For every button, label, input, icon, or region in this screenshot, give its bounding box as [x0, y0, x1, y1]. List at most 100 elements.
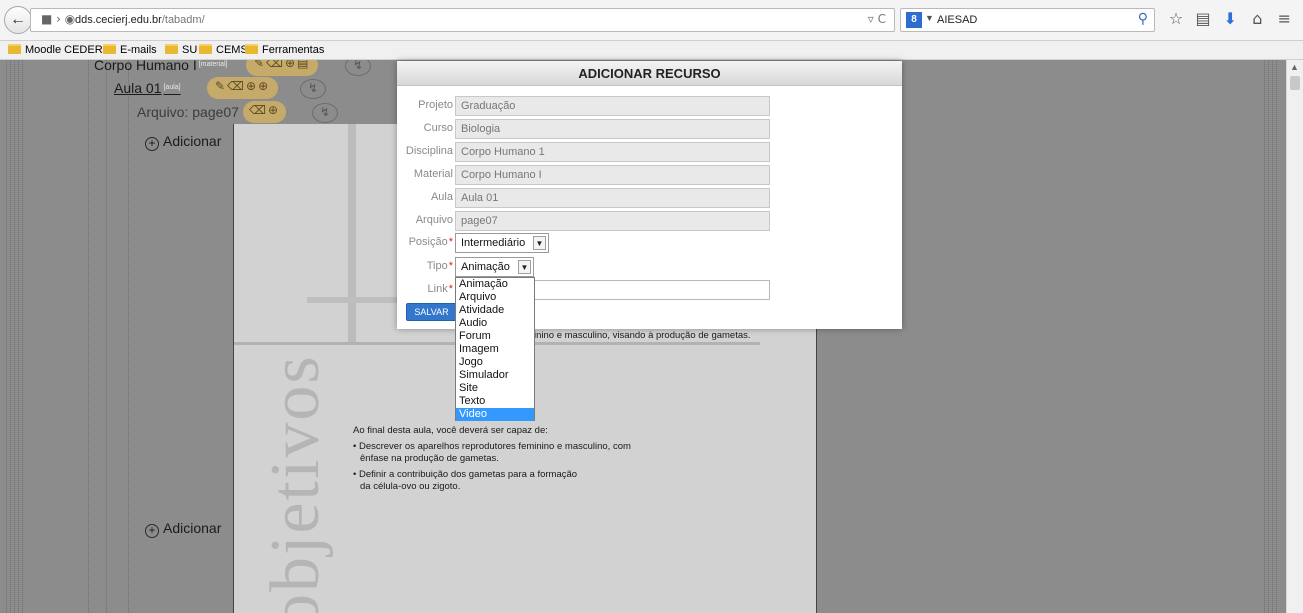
- field-label: Projeto: [418, 99, 453, 111]
- tipo-option[interactable]: Audio: [456, 317, 534, 330]
- tipo-option[interactable]: Atividade: [456, 304, 534, 317]
- search-engine-dropdown-icon[interactable]: ▼: [925, 13, 934, 23]
- url-bar[interactable]: ■ › ◉ dds.cecierj.edu.br/tabadm/ ▿ C: [30, 8, 895, 32]
- reload-icon[interactable]: ▿ C: [868, 12, 886, 26]
- doc-decoration: [348, 124, 356, 344]
- link-icon[interactable]: ↯: [312, 103, 338, 123]
- bookmark-cems[interactable]: CEMS: [199, 44, 248, 56]
- bookmarks-bar: Moodle CEDERJ E-mails SU CEMS Ferramenta…: [0, 41, 1303, 60]
- tipo-option-highlighted[interactable]: Video: [456, 408, 534, 421]
- field-label: Arquivo: [415, 214, 453, 226]
- bookmark-su[interactable]: SU: [165, 44, 197, 56]
- field-label: Aula: [430, 191, 453, 203]
- field-label: Curso: [423, 122, 453, 134]
- folder-icon: [165, 44, 178, 54]
- field-arquivo: Arquivo page07: [397, 211, 902, 231]
- aula-field[interactable]: Aula 01: [455, 188, 770, 208]
- field-aula: Aula Aula 01: [397, 188, 902, 208]
- save-button[interactable]: SALVAR: [406, 303, 457, 321]
- divider: [10, 60, 11, 613]
- folder-icon: [103, 44, 116, 54]
- divider: [22, 60, 23, 613]
- doc-big-word: objetivos: [257, 354, 334, 613]
- tipo-option[interactable]: Animação: [456, 278, 534, 291]
- field-tipo: Tipo* Animação ▼: [397, 257, 902, 277]
- doc-objective-heading: Ao final desta aula, você deverá ser cap…: [353, 425, 548, 436]
- field-curso: Curso Biologia: [397, 119, 902, 139]
- search-icon[interactable]: ⚲: [1138, 11, 1148, 27]
- adicionar-button[interactable]: + Adicionar: [145, 520, 221, 538]
- field-label: Tipo*: [426, 260, 453, 272]
- tipo-option[interactable]: Forum: [456, 330, 534, 343]
- tipo-option[interactable]: Jogo: [456, 356, 534, 369]
- field-material: Material Corpo Humano I: [397, 165, 902, 185]
- tipo-option[interactable]: Imagem: [456, 343, 534, 356]
- field-label: Disciplina: [405, 145, 453, 157]
- field-projeto: Projeto Graduação: [397, 96, 902, 116]
- divider: [88, 60, 89, 613]
- material-field[interactable]: Corpo Humano I: [455, 165, 770, 185]
- field-disciplina: Disciplina Corpo Humano 1: [397, 142, 902, 162]
- field-label: Link*: [427, 283, 453, 295]
- divider: [128, 60, 129, 613]
- link-icon[interactable]: ↯: [300, 79, 326, 99]
- material-actions[interactable]: ✎⌫⊕▤: [246, 60, 319, 76]
- search-input[interactable]: AIESAD: [937, 14, 977, 26]
- tipo-option[interactable]: Simulador: [456, 369, 534, 382]
- folder-icon: [199, 44, 212, 54]
- search-bar[interactable]: 8 ▼ AIESAD ⚲: [900, 8, 1155, 32]
- tipo-select[interactable]: Animação ▼: [455, 257, 534, 277]
- field-posicao: Posição* Intermediário ▼: [397, 233, 902, 253]
- tipo-option[interactable]: Site: [456, 382, 534, 395]
- tree-arquivo[interactable]: Arquivo: page07: [137, 104, 239, 120]
- page-scrollbar[interactable]: ▲: [1286, 60, 1303, 613]
- star-icon[interactable]: ☆: [1165, 9, 1187, 28]
- scrollbar-thumb[interactable]: [1290, 76, 1300, 90]
- doc-bullet: da célula-ovo ou zigoto.: [360, 481, 461, 492]
- tree-material[interactable]: Corpo Humano I [material]: [94, 60, 228, 73]
- tipo-option[interactable]: Arquivo: [456, 291, 534, 304]
- back-arrow-icon[interactable]: ←: [4, 6, 32, 34]
- curso-field[interactable]: Biologia: [455, 119, 770, 139]
- browser-navbar: ← ■ › ◉ dds.cecierj.edu.br/tabadm/ ▿ C 8…: [0, 0, 1303, 41]
- field-label: Material: [413, 168, 453, 180]
- divider: [14, 60, 15, 613]
- link-icon[interactable]: ↯: [345, 60, 371, 76]
- divider: [1264, 60, 1265, 613]
- bookmark-emails[interactable]: E-mails: [103, 44, 157, 56]
- download-icon[interactable]: ⬇: [1219, 9, 1241, 28]
- chevron-down-icon: ▼: [518, 260, 531, 274]
- search-engine-icon[interactable]: 8: [906, 12, 922, 28]
- url-host: dds.cecierj.edu.br: [75, 14, 162, 26]
- bookmark-moodle[interactable]: Moodle CEDERJ: [8, 44, 108, 56]
- menu-icon[interactable]: ≡: [1273, 9, 1295, 28]
- projeto-field[interactable]: Graduação: [455, 96, 770, 116]
- divider: [1276, 60, 1277, 613]
- adicionar-button[interactable]: + Adicionar: [145, 133, 221, 151]
- reading-list-icon[interactable]: ▤: [1192, 9, 1214, 28]
- toolbar-icons: ☆ ▤ ⬇ ⌂ ≡: [1165, 9, 1295, 28]
- doc-intro-text: inino e masculino, visando à produção de…: [534, 330, 751, 341]
- divider: [1272, 60, 1273, 613]
- divider: [1268, 60, 1269, 613]
- url-path: /tabadm/: [161, 14, 205, 26]
- tipo-dropdown-list: Animação Arquivo Atividade Audio Forum I…: [455, 277, 535, 421]
- folder-icon: [245, 44, 258, 54]
- arquivo-actions[interactable]: ⌫⊕: [243, 101, 287, 123]
- scroll-up-icon[interactable]: ▲: [1290, 62, 1299, 72]
- disciplina-field[interactable]: Corpo Humano 1: [455, 142, 770, 162]
- tree-aula[interactable]: Aula 01 [aula]: [114, 80, 181, 96]
- divider: [106, 60, 107, 613]
- divider: [6, 60, 7, 613]
- aula-actions[interactable]: ✎⌫⊕⊕: [207, 77, 279, 99]
- plus-icon: +: [145, 137, 159, 151]
- bookmark-ferramentas[interactable]: Ferramentas: [245, 44, 324, 56]
- posicao-select[interactable]: Intermediário ▼: [455, 233, 549, 253]
- folder-icon: [8, 44, 21, 54]
- chevron-down-icon: ▼: [533, 236, 546, 250]
- tipo-option[interactable]: Texto: [456, 395, 534, 408]
- divider: [18, 60, 19, 613]
- home-icon[interactable]: ⌂: [1246, 9, 1268, 28]
- doc-decoration: [307, 297, 397, 303]
- arquivo-field[interactable]: page07: [455, 211, 770, 231]
